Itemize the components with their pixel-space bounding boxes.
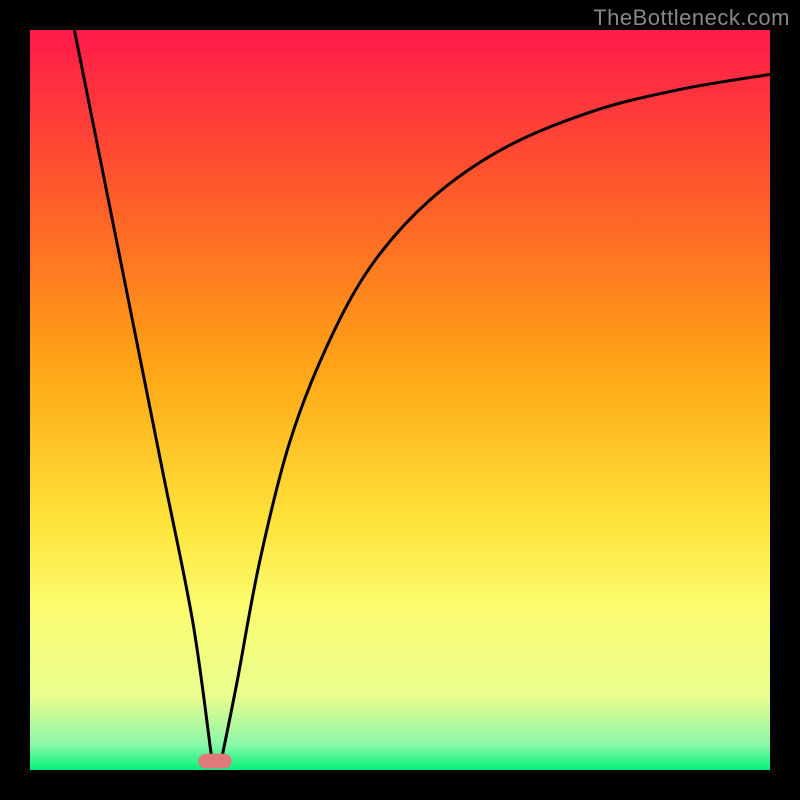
chart-svg (30, 30, 770, 770)
gradient-background (30, 30, 770, 770)
target-pill (198, 754, 231, 769)
marker-layer (198, 754, 231, 769)
plot-area (30, 30, 770, 770)
watermark-text: TheBottleneck.com (593, 5, 790, 31)
chart-frame: TheBottleneck.com (0, 0, 800, 800)
